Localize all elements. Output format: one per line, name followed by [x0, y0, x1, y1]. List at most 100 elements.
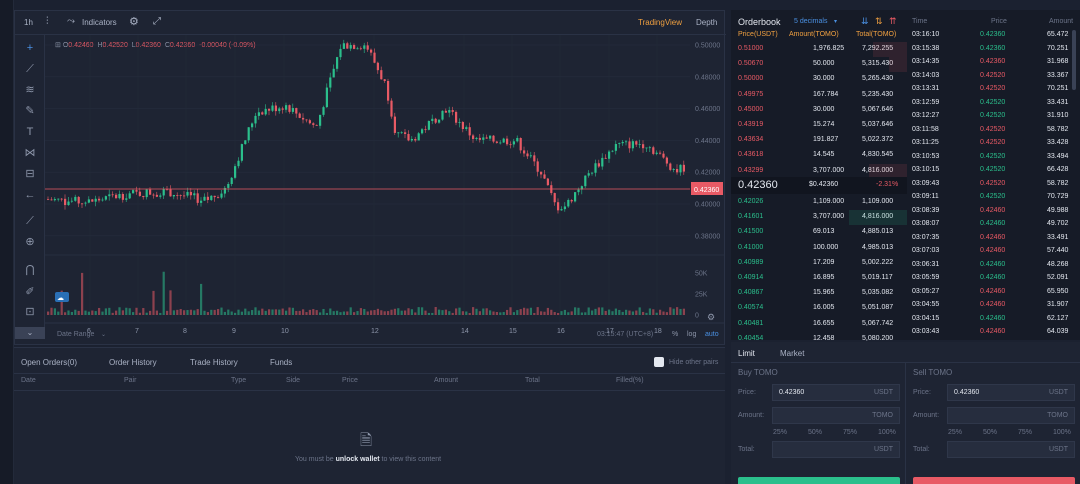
hide-other-pairs-checkbox[interactable]: [654, 357, 664, 367]
fullscreen-icon[interactable]: ⤢: [153, 16, 161, 27]
ruler-icon[interactable]: ⟋: [23, 214, 37, 228]
buy-pct-75[interactable]: 75%: [843, 429, 857, 436]
view-asks-icon[interactable]: ⇈: [889, 16, 897, 27]
depth-tab[interactable]: Depth: [696, 18, 717, 27]
bid-amount: 16.655: [813, 319, 835, 327]
tab-order-history[interactable]: Order History: [109, 358, 157, 367]
sell-pct-50[interactable]: 50%: [983, 429, 997, 436]
bid-row[interactable]: 0.40989 17.209 5,002.222: [731, 256, 907, 271]
bid-row[interactable]: 0.41500 69.013 4,885.013: [731, 225, 907, 240]
candle-body: [431, 118, 434, 121]
ask-row[interactable]: 0.43919 15.274 5,037.646: [731, 118, 907, 133]
edit-lock-icon[interactable]: ✐: [23, 285, 37, 299]
trendline-icon[interactable]: ⟋: [23, 62, 37, 76]
tab-limit[interactable]: Limit: [738, 349, 755, 358]
volume-bar: [67, 310, 70, 315]
volume-bar: [319, 312, 322, 315]
volume-bar: [580, 312, 583, 315]
lock-icon[interactable]: ⊡: [23, 305, 37, 319]
bid-price: 0.40574: [738, 304, 764, 312]
ask-row[interactable]: 0.49975 167.784 5,235.430: [731, 88, 907, 103]
trade-form-panel: Limit Market Buy TOMO Price: 0.42360 USD…: [731, 342, 1080, 484]
text-icon[interactable]: T: [23, 125, 37, 139]
bid-row[interactable]: 0.40914 16.895 5,019.117: [731, 271, 907, 286]
chevron-down-icon[interactable]: ▾: [834, 18, 837, 25]
interval-selector[interactable]: 1h: [24, 18, 33, 27]
indicators-icon[interactable]: ⤳: [67, 16, 75, 27]
volume-bar: [410, 309, 413, 315]
volume-bar: [271, 309, 274, 315]
trade-row: 03:16:10 0.42360 65.472: [907, 29, 1080, 42]
ask-row[interactable]: 0.43618 14.545 4,830.545: [731, 148, 907, 163]
trade-amount: 58.782: [1047, 179, 1069, 187]
pattern-icon[interactable]: ⋈: [23, 146, 37, 160]
volume-bar: [638, 307, 641, 315]
buy-button[interactable]: [738, 477, 900, 484]
sell-pct-100[interactable]: 100%: [1053, 429, 1071, 436]
magnet-icon[interactable]: ⋂: [23, 263, 37, 277]
back-arrow-icon[interactable]: ←: [23, 188, 37, 202]
volume-bar: [81, 272, 84, 315]
volume-bar: [645, 312, 648, 315]
view-bids-icon[interactable]: ⇊: [861, 16, 869, 27]
ask-row[interactable]: 0.50000 30.000 5,265.430: [731, 72, 907, 87]
trade-time: 03:04:55: [912, 301, 940, 308]
bid-row[interactable]: 0.40481 16.655 5,067.742: [731, 317, 907, 332]
buy-amount-input[interactable]: TOMO: [772, 407, 900, 424]
unlock-wallet-link[interactable]: unlock wallet: [336, 456, 380, 463]
fib-icon[interactable]: ≋: [23, 83, 37, 97]
sell-pct-25[interactable]: 25%: [948, 429, 962, 436]
buy-price-input[interactable]: 0.42360 USDT: [772, 384, 900, 401]
bid-row[interactable]: 0.41000 100.000 4,985.013: [731, 241, 907, 256]
volume-bar: [189, 309, 192, 315]
candle-body: [417, 133, 420, 141]
buy-pct-100[interactable]: 100%: [878, 429, 896, 436]
ask-depth-bar: [889, 57, 907, 73]
zoom-icon[interactable]: ⊕: [23, 235, 37, 249]
indicators-button[interactable]: Indicators: [82, 18, 117, 27]
price-chart[interactable]: 0.42360 0.50000 0.48000 0.46000 0.44000 0.42…: [45, 35, 725, 346]
view-both-icon[interactable]: ⇅: [875, 16, 883, 27]
volume-bar: [635, 310, 638, 315]
tradingview-tab[interactable]: TradingView: [638, 18, 682, 27]
ask-row[interactable]: 0.43634 191.827 5,022.372: [731, 133, 907, 148]
collapse-toolbar-button[interactable]: ⌄: [15, 327, 45, 339]
candle-body: [621, 141, 624, 144]
sell-total-input[interactable]: USDT: [947, 441, 1075, 458]
ask-row[interactable]: 0.50670 50.000 5,315.430: [731, 57, 907, 72]
bid-row[interactable]: 0.40867 15.965 5,035.082: [731, 286, 907, 301]
measure-icon[interactable]: ⊟: [23, 167, 37, 181]
sell-button[interactable]: [913, 477, 1075, 484]
volume-bar: [142, 308, 145, 315]
buy-total-input[interactable]: USDT: [772, 441, 900, 458]
candle-body: [50, 199, 53, 201]
trade-amount: 31.968: [1047, 58, 1069, 65]
trade-row: 03:04:15 0.42460 62.127: [907, 313, 1080, 326]
tab-open-orders[interactable]: Open Orders(0): [21, 358, 77, 367]
candle-body: [502, 138, 505, 143]
trade-time: 03:10:53: [912, 152, 940, 160]
tab-funds[interactable]: Funds: [270, 358, 292, 367]
crosshair-icon[interactable]: +: [23, 41, 37, 55]
last-price-change: -2.31%: [876, 181, 899, 188]
trades-scrollbar[interactable]: [1072, 30, 1076, 90]
bid-row[interactable]: 0.40574 16.005 5,051.087: [731, 301, 907, 316]
sell-pct-75[interactable]: 75%: [1018, 429, 1032, 436]
bid-row[interactable]: 0.42026 1,109.000 1,109.000: [731, 195, 907, 210]
ask-row[interactable]: 0.45000 30.000 5,067.646: [731, 103, 907, 118]
tab-market[interactable]: Market: [780, 349, 804, 358]
buy-pct-50[interactable]: 50%: [808, 429, 822, 436]
candle-type-icon[interactable]: ⫶: [46, 16, 49, 27]
ask-price: 0.49975: [738, 90, 764, 98]
buy-pct-25[interactable]: 25%: [773, 429, 787, 436]
volume-bar: [325, 312, 328, 315]
trade-price: 0.42460: [980, 328, 1006, 335]
decimals-select[interactable]: 5 decimals: [794, 18, 827, 25]
volume-bar: [465, 311, 468, 315]
brush-icon[interactable]: ✎: [23, 104, 37, 118]
settings-icon[interactable]: ⚙: [129, 15, 139, 28]
sell-price-input[interactable]: 0.42360 USDT: [947, 384, 1075, 401]
tab-trade-history[interactable]: Trade History: [190, 358, 238, 367]
bid-total: 5,080.200: [862, 334, 894, 342]
sell-amount-input[interactable]: TOMO: [947, 407, 1075, 424]
